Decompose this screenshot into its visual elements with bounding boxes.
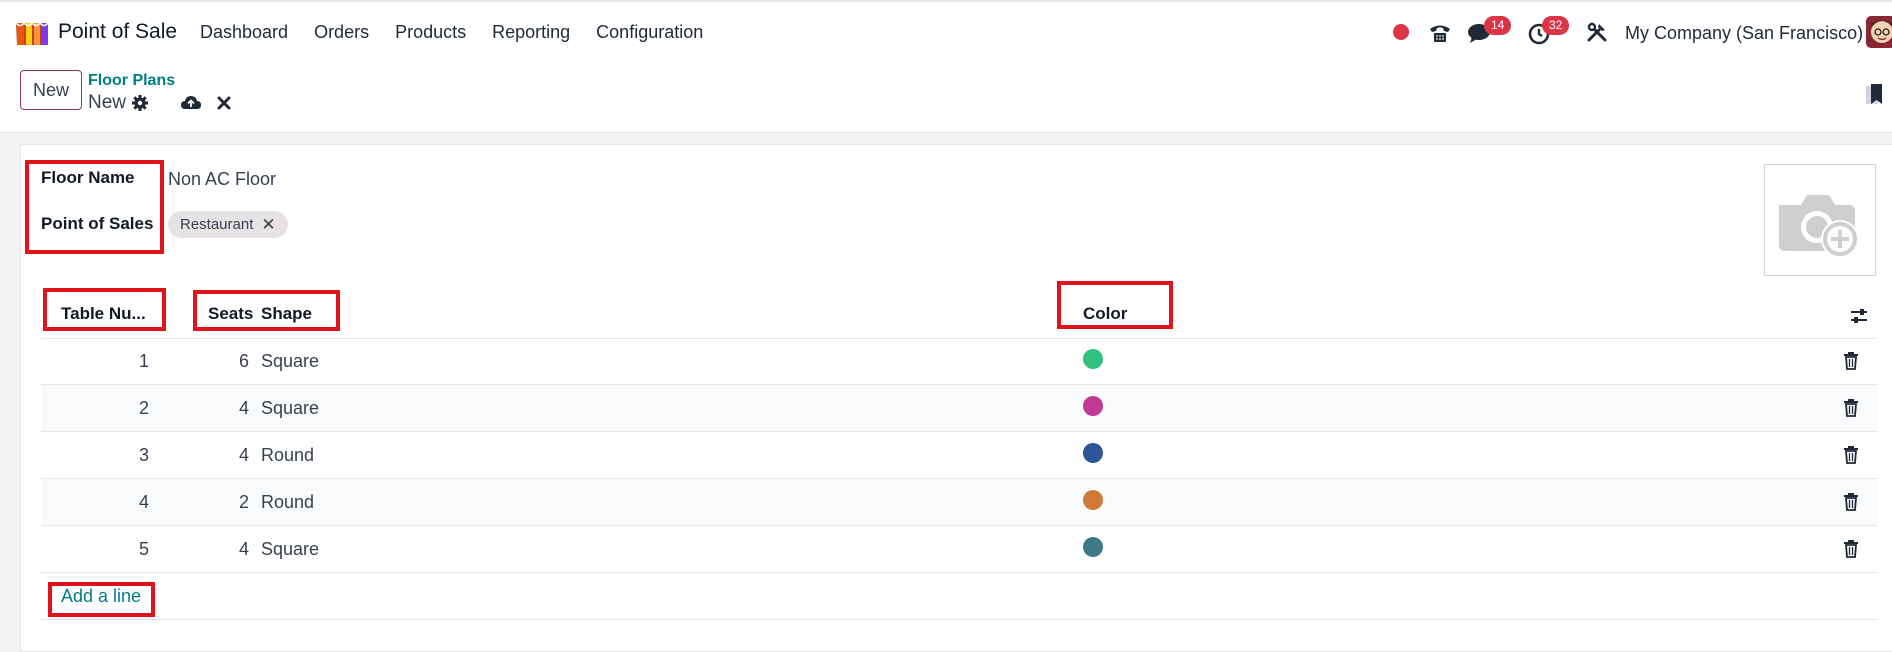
- cell-table-number: 1: [138, 351, 149, 371]
- image-upload-field[interactable]: [1764, 164, 1876, 276]
- bookmark-icon[interactable]: [1864, 82, 1886, 106]
- cell-shape: Round: [261, 445, 315, 465]
- table-row[interactable]: 3 4 Round: [41, 432, 1877, 479]
- cloud-upload-icon[interactable]: [180, 93, 202, 113]
- trash-icon[interactable]: [1843, 493, 1859, 511]
- menu-configuration[interactable]: Configuration: [596, 22, 703, 43]
- cell-seats: 4: [238, 445, 249, 465]
- trash-icon[interactable]: [1843, 352, 1859, 370]
- user-avatar[interactable]: [1866, 16, 1892, 48]
- table-row[interactable]: 5 4 Square: [41, 526, 1877, 573]
- column-table-number[interactable]: Table Nu...: [61, 304, 146, 324]
- pos-app-logo-icon[interactable]: [14, 19, 50, 47]
- close-icon[interactable]: [216, 95, 232, 111]
- optional-columns-sliders-icon[interactable]: [1849, 306, 1869, 326]
- table-row[interactable]: 4 2 Round: [41, 479, 1877, 526]
- column-color[interactable]: Color: [1083, 304, 1127, 324]
- color-swatch[interactable]: [1083, 349, 1103, 369]
- color-swatch[interactable]: [1083, 537, 1103, 557]
- color-swatch[interactable]: [1083, 443, 1103, 463]
- breadcrumb-floor-plans[interactable]: Floor Plans: [88, 72, 175, 90]
- control-panel: New Floor Plans New: [0, 62, 1892, 133]
- app-title[interactable]: Point of Sale: [58, 20, 177, 44]
- cell-seats: 4: [238, 539, 249, 559]
- company-switcher[interactable]: My Company (San Francisco): [1625, 23, 1863, 44]
- column-shape[interactable]: Shape: [261, 304, 312, 324]
- color-swatch[interactable]: [1083, 490, 1103, 510]
- menu-products[interactable]: Products: [395, 22, 466, 43]
- cell-seats: 4: [238, 398, 249, 418]
- add-line-row: Add a line: [41, 573, 1877, 620]
- tag-remove-icon[interactable]: ✕: [261, 215, 275, 235]
- cell-table-number: 4: [138, 492, 149, 512]
- floor-name-label: Floor Name: [41, 168, 135, 187]
- table-row[interactable]: 2 4 Square: [41, 385, 1877, 432]
- cell-table-number: 5: [138, 539, 149, 559]
- trash-icon[interactable]: [1843, 540, 1859, 558]
- trash-icon[interactable]: [1843, 446, 1859, 464]
- phone-icon[interactable]: [1427, 20, 1453, 46]
- table-header: Table Nu... Seats Shape Color: [41, 292, 1877, 339]
- recording-indicator-icon[interactable]: [1393, 24, 1409, 40]
- floor-name-input[interactable]: Non AC Floor: [168, 169, 276, 190]
- menu-reporting[interactable]: Reporting: [492, 22, 570, 43]
- new-button[interactable]: New: [20, 70, 82, 110]
- cell-seats: 2: [238, 492, 249, 512]
- breadcrumb-current: New: [88, 92, 127, 113]
- cell-shape: Round: [261, 492, 315, 512]
- cell-shape: Square: [261, 539, 320, 559]
- add-a-line-link[interactable]: Add a line: [61, 586, 141, 607]
- trash-icon[interactable]: [1843, 399, 1859, 417]
- table-row[interactable]: 1 6 Square: [41, 338, 1877, 385]
- cell-shape: Square: [261, 398, 320, 418]
- avatar-face-icon: [1871, 20, 1892, 43]
- activities-badge: 32: [1542, 16, 1570, 35]
- messages-badge: 14: [1484, 16, 1512, 35]
- color-swatch[interactable]: [1083, 396, 1103, 416]
- cell-table-number: 3: [138, 445, 149, 465]
- tools-icon[interactable]: [1585, 20, 1609, 44]
- gear-icon[interactable]: [131, 94, 149, 112]
- pos-tag-restaurant[interactable]: Restaurant ✕: [168, 211, 288, 238]
- cell-shape: Square: [261, 351, 320, 371]
- cell-seats: 6: [238, 351, 249, 371]
- menu-dashboard[interactable]: Dashboard: [200, 22, 288, 43]
- point-of-sales-label: Point of Sales: [41, 214, 154, 233]
- column-seats[interactable]: Seats: [208, 304, 253, 324]
- main-menu: Dashboard Orders Products Reporting Conf…: [200, 22, 703, 43]
- top-navbar: Point of Sale Dashboard Orders Products …: [0, 0, 1892, 62]
- menu-orders[interactable]: Orders: [314, 22, 369, 43]
- camera-plus-icon: [1779, 195, 1859, 258]
- cell-table-number: 2: [138, 398, 149, 418]
- pos-tag-label: Restaurant: [180, 216, 254, 233]
